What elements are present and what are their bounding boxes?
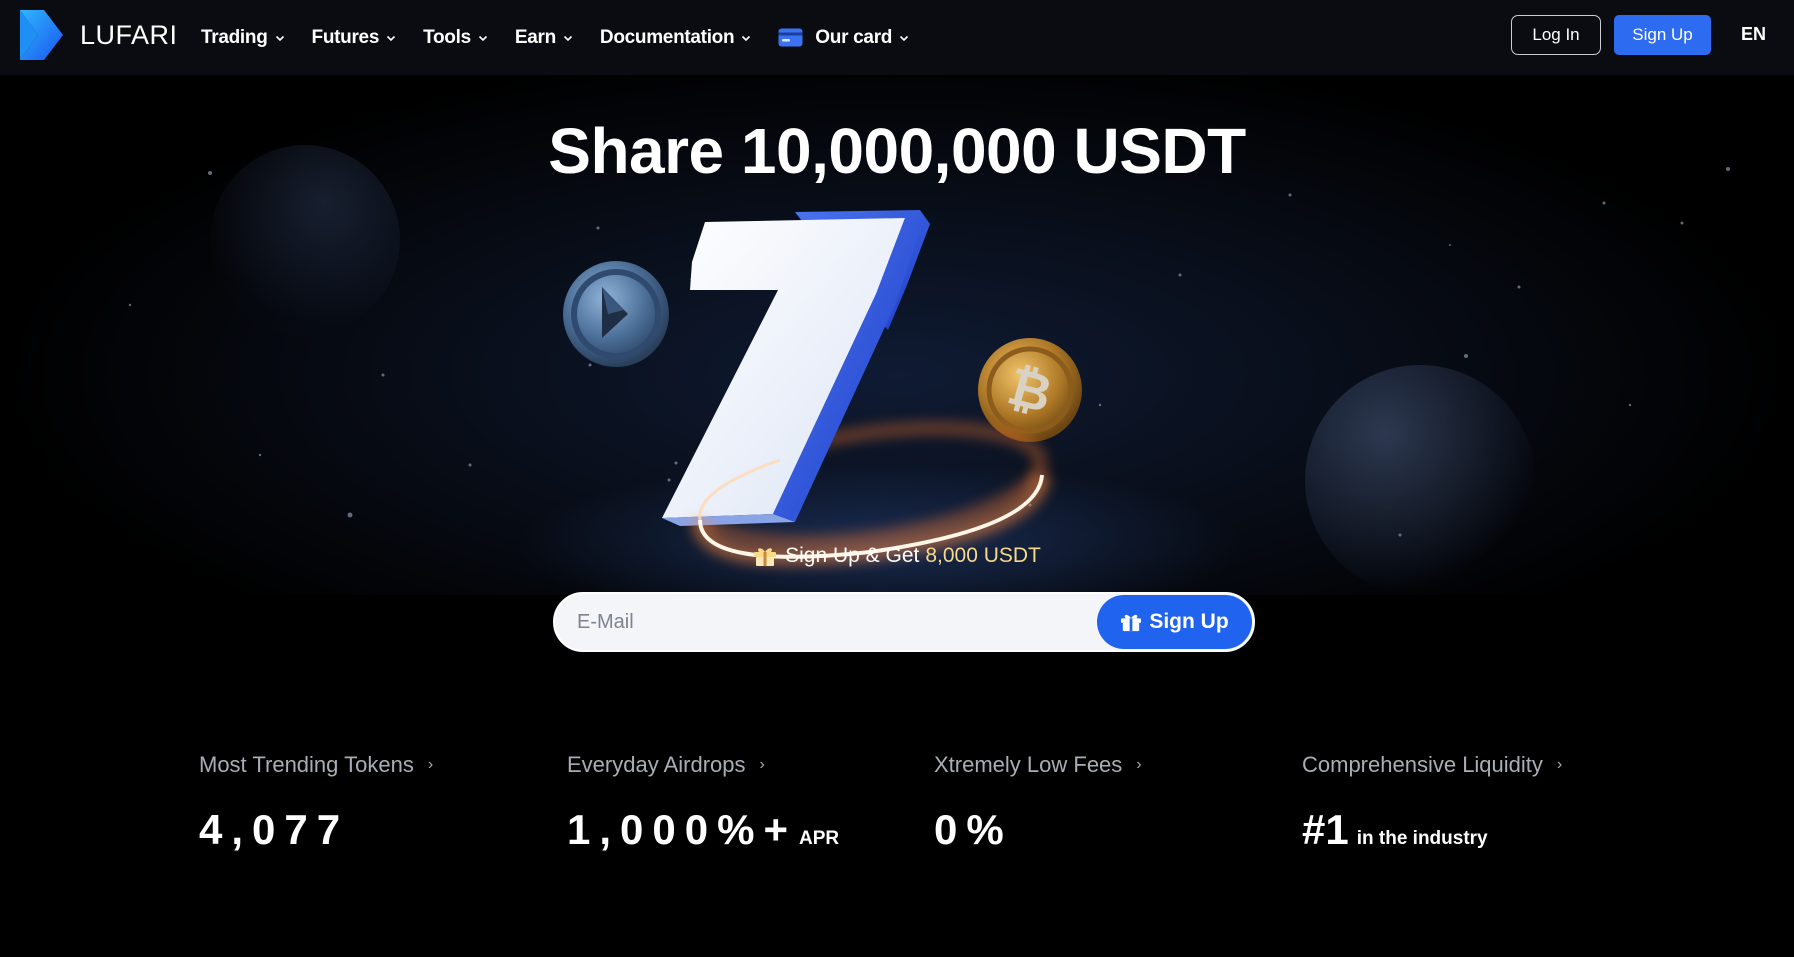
chevron-right-icon: › [1556, 756, 1563, 773]
nav-our-card[interactable]: Our card [778, 27, 909, 49]
stat-everyday-airdrops: Everyday Airdrops › 1,000%+ APR [567, 752, 839, 854]
chevron-down-icon [387, 35, 396, 41]
chevron-right-icon: › [759, 756, 765, 773]
login-button[interactable]: Log In [1511, 15, 1601, 55]
stat-liquidity-link[interactable]: Comprehensive Liquidity › [1302, 752, 1562, 778]
email-signup-form: Sign Up [553, 592, 1255, 652]
stat-label: Everyday Airdrops [567, 752, 746, 777]
stat-value: 4,077 [199, 806, 433, 854]
nav-futures[interactable]: Futures [312, 27, 397, 49]
chevron-down-icon [478, 35, 487, 41]
signup-promo: Sign Up & Get 8,000 USDT [0, 544, 1794, 568]
nav-trading[interactable]: Trading [201, 27, 285, 49]
stat-value: 0% [934, 806, 1142, 854]
chevron-down-icon [742, 35, 751, 41]
stat-trending-tokens-link[interactable]: Most Trending Tokens › [199, 752, 433, 778]
logo-mark-icon [20, 10, 63, 60]
stat-suffix: APR [798, 828, 840, 849]
hero-section: Share 10,000,000 USDT ₿ 7 Sign Up & Get … [0, 75, 1794, 595]
chevron-down-icon [900, 35, 909, 41]
brand-name: LUFARI [80, 19, 178, 50]
stat-value: #1 in the industry [1302, 806, 1562, 854]
stat-number: 0% [934, 806, 1013, 853]
nav-documentation-label: Documentation [599, 26, 735, 48]
stat-value: 1,000%+ APR [567, 806, 839, 854]
language-selector[interactable]: EN [1741, 24, 1766, 45]
email-input[interactable] [577, 594, 1077, 650]
nav-our-card-label: Our card [815, 26, 893, 48]
stat-low-fees: Xtremely Low Fees › 0% [934, 752, 1142, 854]
chevron-right-icon: › [1136, 756, 1142, 773]
seven-figure-icon: 7 [662, 210, 930, 526]
stat-number: #1 [1302, 806, 1349, 853]
nav-documentation[interactable]: Documentation [600, 27, 751, 49]
gift-icon [1121, 614, 1142, 632]
nav-tools-label: Tools [423, 26, 471, 48]
stat-trending-tokens: Most Trending Tokens › 4,077 [199, 752, 433, 854]
hero-headline: Share 10,000,000 USDT [548, 115, 1246, 187]
promo-amount: 8,000 USDT [925, 544, 1041, 567]
stat-everyday-airdrops-link[interactable]: Everyday Airdrops › [567, 752, 839, 778]
chevron-down-icon [275, 35, 284, 41]
nav-tools[interactable]: Tools [423, 27, 488, 49]
form-signup-label: Sign Up [1149, 610, 1229, 633]
main-menu: Trading Futures Tools Earn Documentation… [201, 0, 936, 75]
brand-logo[interactable]: LUFARI [20, 10, 178, 60]
stat-label: Comprehensive Liquidity [1302, 752, 1543, 777]
chevron-right-icon: › [427, 756, 434, 773]
top-navigation-bar: LUFARI Trading Futures Tools Earn Docume… [0, 0, 1794, 75]
stat-liquidity: Comprehensive Liquidity › #1 in the indu… [1302, 752, 1562, 854]
signup-button[interactable]: Sign Up [1614, 15, 1711, 55]
nav-trading-label: Trading [201, 26, 268, 48]
nav-earn[interactable]: Earn [515, 27, 573, 49]
form-signup-button[interactable]: Sign Up [1097, 595, 1252, 649]
ethereum-coin-icon [563, 261, 669, 367]
nav-earn-label: Earn [514, 26, 556, 48]
chevron-down-icon [563, 35, 572, 41]
nav-futures-label: Futures [311, 26, 380, 48]
card-icon [778, 28, 803, 47]
promo-text: Sign Up & Get [785, 544, 920, 567]
stat-label: Most Trending Tokens [199, 752, 414, 777]
stat-label: Xtremely Low Fees [934, 752, 1123, 777]
hero-illustration: ₿ 7 [563, 210, 1082, 566]
stat-number: 1,000%+ [567, 806, 797, 853]
stat-number: 4,077 [199, 806, 350, 853]
stat-low-fees-link[interactable]: Xtremely Low Fees › [934, 752, 1142, 778]
gift-icon [754, 548, 777, 566]
stat-suffix: in the industry [1356, 828, 1488, 849]
